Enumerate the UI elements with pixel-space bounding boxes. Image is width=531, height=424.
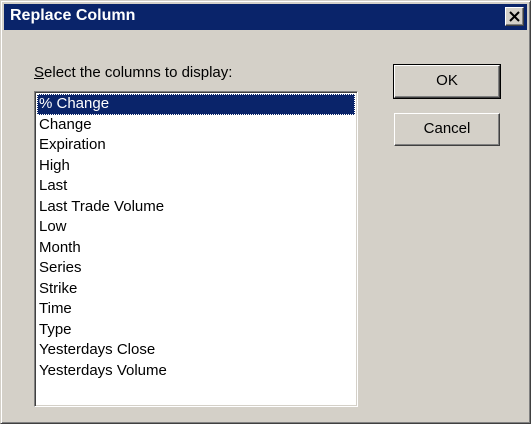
ok-button[interactable]: OK xyxy=(393,64,501,99)
prompt-accelerator: S xyxy=(34,64,45,81)
list-item[interactable]: Yesterdays Close xyxy=(37,340,355,361)
title-bar[interactable]: Replace Column xyxy=(4,4,527,30)
columns-prompt-label: Select the columns to display: xyxy=(34,64,232,81)
list-item[interactable]: Time xyxy=(37,299,355,320)
list-item[interactable]: Change xyxy=(37,115,355,136)
list-item[interactable]: Type xyxy=(37,320,355,341)
list-item[interactable]: Strike xyxy=(37,279,355,300)
prompt-text: elect the columns to display: xyxy=(44,64,233,81)
list-item[interactable]: Yesterdays Volume xyxy=(37,361,355,382)
list-item[interactable]: High xyxy=(37,156,355,177)
list-item[interactable]: Last xyxy=(37,176,355,197)
list-item[interactable]: Last Trade Volume xyxy=(37,197,355,218)
list-item[interactable]: Expiration xyxy=(37,135,355,156)
columns-listbox[interactable]: % Change Change Expiration High Last Las… xyxy=(34,91,358,407)
close-button[interactable] xyxy=(505,7,524,26)
replace-column-dialog: Replace Column Select the columns to dis… xyxy=(0,0,531,424)
cancel-button[interactable]: Cancel xyxy=(394,113,500,146)
list-item[interactable]: Series xyxy=(37,258,355,279)
dialog-title: Replace Column xyxy=(10,7,136,24)
list-item[interactable]: Month xyxy=(37,238,355,259)
list-item[interactable]: % Change xyxy=(37,94,355,115)
list-item[interactable]: Low xyxy=(37,217,355,238)
close-icon xyxy=(509,11,520,22)
